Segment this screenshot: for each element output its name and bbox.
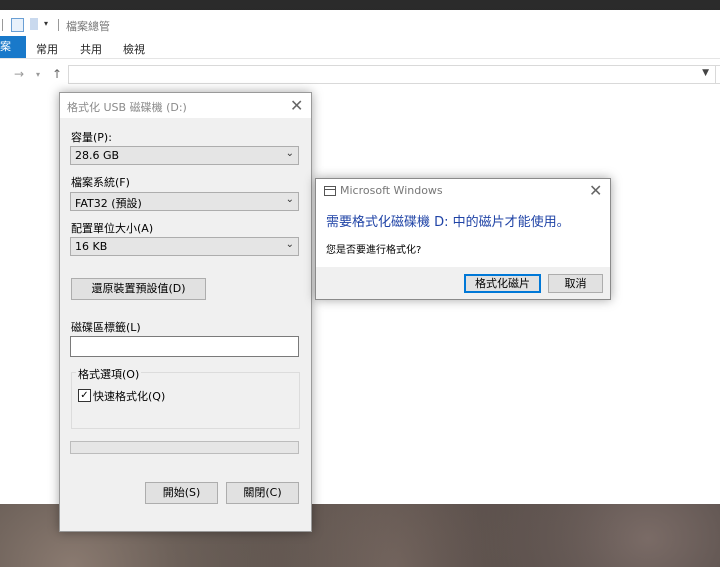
recent-locations-icon[interactable]: ▾: [36, 70, 40, 79]
forward-arrow-icon[interactable]: →: [14, 67, 24, 81]
prompt-button-bar: 格式化磁片 取消: [316, 267, 610, 299]
format-dialog: 格式化 USB 磁碟機 (D:) ✕ 容量(P): 28.6 GB ⌄ 檔案系統…: [59, 92, 312, 532]
up-arrow-icon[interactable]: ↑: [52, 67, 62, 81]
chevron-down-icon: ⌄: [285, 239, 294, 250]
allocation-unit-value: 16 KB: [75, 240, 108, 253]
properties-icon[interactable]: [11, 18, 24, 32]
tab-home[interactable]: 常用: [36, 41, 58, 57]
filesystem-value: FAT32 (預設): [75, 197, 142, 210]
address-input[interactable]: ▼: [68, 65, 716, 84]
toolbar-separator: [58, 19, 59, 31]
quick-format-label[interactable]: 快速格式化(Q): [93, 388, 165, 404]
chevron-down-icon: ⌄: [285, 194, 294, 205]
format-progress-bar: [70, 441, 299, 454]
prompt-sub-text: 您是否要進行格式化?: [326, 245, 422, 256]
capacity-select[interactable]: 28.6 GB ⌄: [70, 146, 299, 165]
filesystem-select[interactable]: FAT32 (預設) ⌄: [70, 192, 299, 211]
volume-label-input[interactable]: [70, 336, 299, 357]
prompt-main-text: 需要格式化磁碟機 D: 中的磁片才能使用。: [326, 215, 570, 230]
tab-share[interactable]: 共用: [80, 41, 102, 57]
capacity-value: 28.6 GB: [75, 149, 120, 162]
restore-defaults-button[interactable]: 還原裝置預設值(D): [71, 278, 206, 300]
window-icon: [324, 186, 336, 196]
ribbon-tabs: 案 常用 共用 檢視: [0, 36, 720, 59]
format-options-label: 格式選項(O): [76, 366, 142, 382]
window-title: 檔案總管: [66, 20, 110, 33]
new-folder-icon[interactable]: [30, 18, 38, 30]
capacity-label: 容量(P):: [71, 131, 112, 144]
address-bar-row: → ▾ ↑ ▼: [0, 64, 720, 86]
chevron-down-icon: ⌄: [285, 148, 294, 159]
format-disk-button[interactable]: 格式化磁片: [464, 274, 541, 293]
close-button[interactable]: 關閉(C): [226, 482, 299, 504]
search-box-edge[interactable]: [715, 65, 720, 84]
volume-label-label: 磁碟區標籤(L): [71, 321, 141, 334]
chevron-down-icon[interactable]: ▼: [702, 68, 709, 78]
format-dialog-titlebar: 格式化 USB 磁碟機 (D:) ✕: [60, 93, 311, 118]
prompt-title: Microsoft Windows: [340, 184, 443, 197]
toolbar-separator: [2, 19, 3, 31]
filesystem-label: 檔案系統(F): [71, 176, 130, 189]
start-button[interactable]: 開始(S): [145, 482, 218, 504]
allocation-unit-select[interactable]: 16 KB ⌄: [70, 237, 299, 256]
quick-format-checkbox[interactable]: ✓: [78, 389, 91, 402]
prompt-titlebar: Microsoft Windows ✕: [316, 179, 610, 203]
tab-view[interactable]: 檢視: [123, 41, 145, 57]
check-icon: ✓: [80, 390, 89, 401]
close-icon[interactable]: ✕: [290, 98, 303, 114]
cancel-button[interactable]: 取消: [548, 274, 603, 293]
format-prompt-dialog: Microsoft Windows ✕ 需要格式化磁碟機 D: 中的磁片才能使用…: [315, 178, 611, 300]
customize-toolbar-icon[interactable]: ▾: [44, 19, 55, 31]
close-icon[interactable]: ✕: [589, 183, 602, 199]
format-dialog-title: 格式化 USB 磁碟機 (D:): [67, 101, 187, 114]
quick-access-toolbar: ▾ 檔案總管: [0, 10, 720, 36]
allocation-unit-label: 配置單位大小(A): [71, 222, 154, 235]
tab-file[interactable]: 案: [0, 36, 26, 58]
